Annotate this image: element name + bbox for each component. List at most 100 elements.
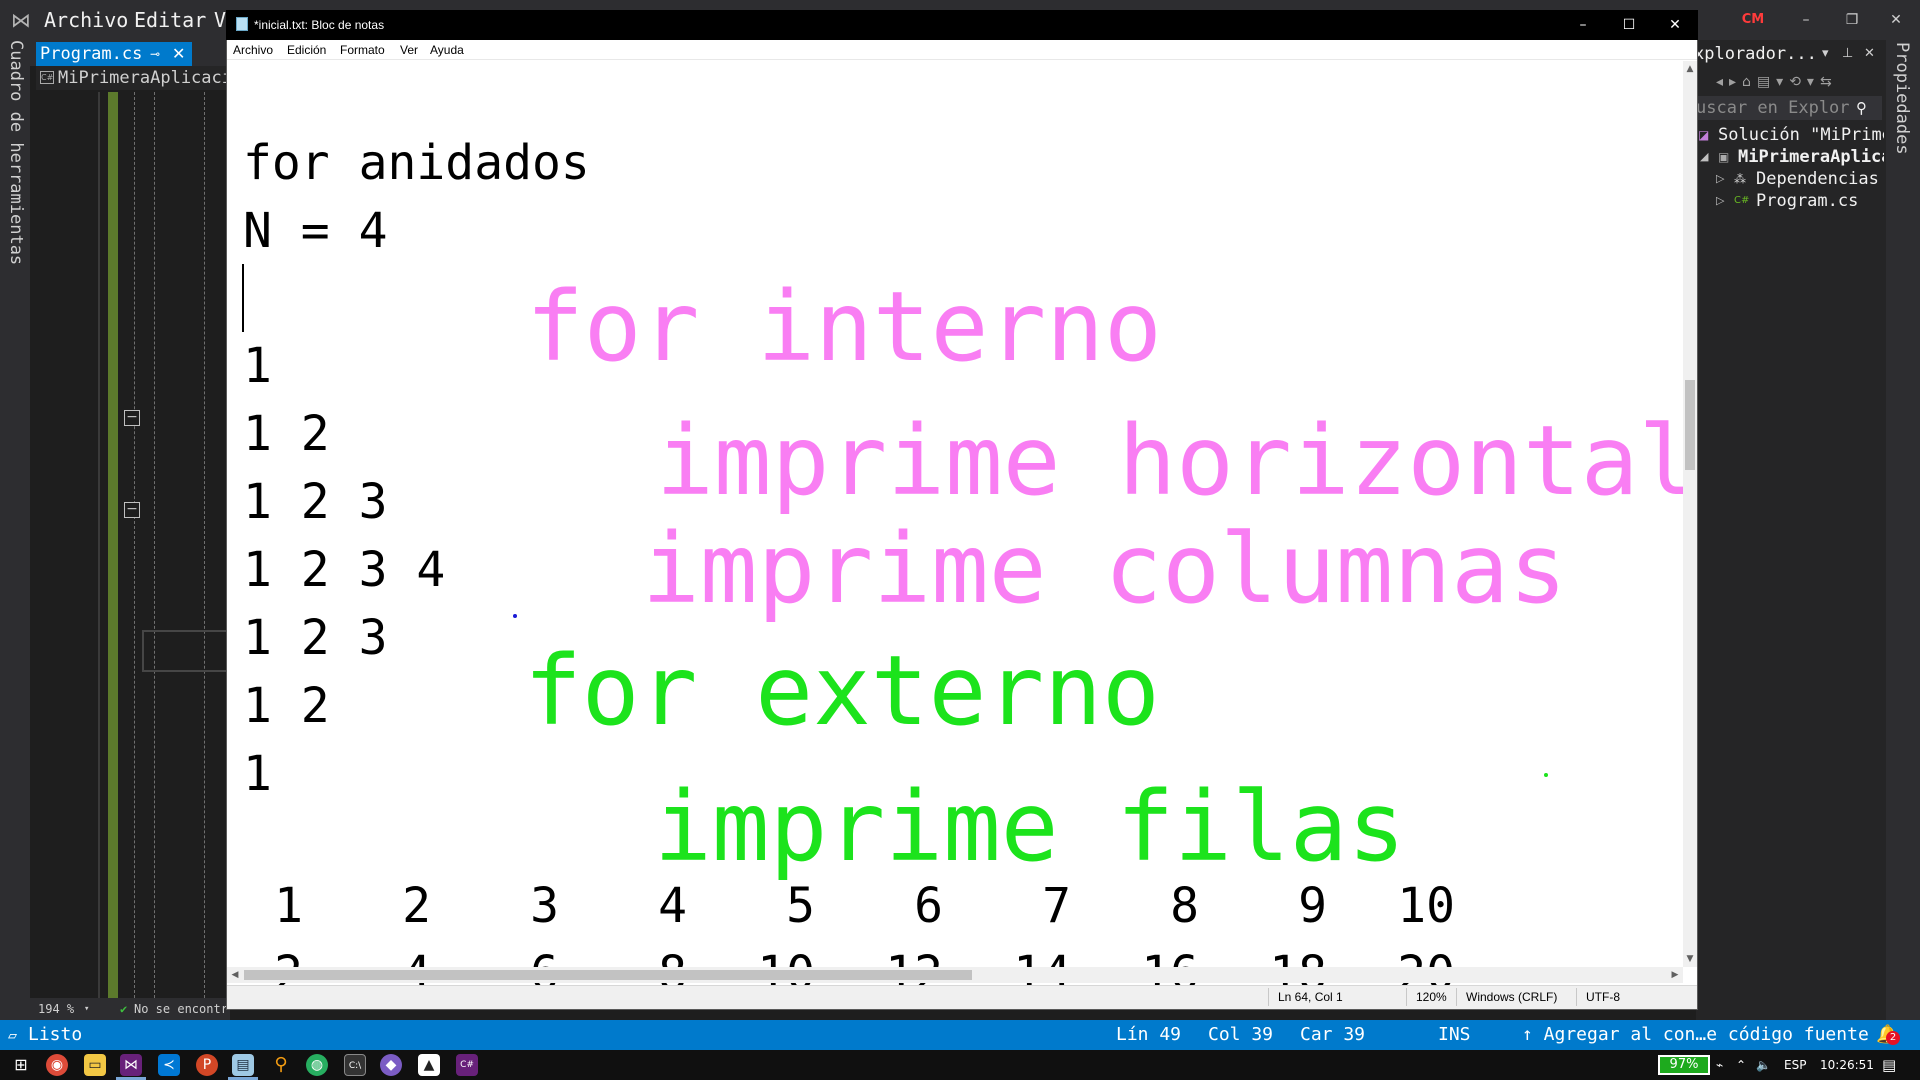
notepad-titlebar[interactable] <box>226 10 1698 40</box>
table-cell: 1 <box>274 878 303 934</box>
status-col[interactable]: Col 39 <box>1208 1020 1273 1050</box>
csharp-project-icon: C# <box>40 71 54 84</box>
chevron-down-icon[interactable]: ▾ <box>84 998 89 1020</box>
close-button[interactable]: ✕ <box>1652 10 1698 40</box>
vs-restore-button[interactable]: ❐ <box>1832 6 1872 34</box>
scroll-left-arrow-icon[interactable]: ◀ <box>227 967 243 983</box>
table-cell: 6 <box>914 878 943 934</box>
tree-item-program-cs[interactable]: Program.cs <box>1756 190 1858 212</box>
expanded-arrow-icon[interactable]: ◢ <box>1700 146 1708 168</box>
text-line: 1 2 3 <box>243 474 388 530</box>
visual-studio-logo-icon: ⋈ <box>11 8 31 32</box>
photos-icon[interactable]: ▲ <box>418 1054 440 1076</box>
network-icon[interactable]: ⌁ <box>1716 1050 1723 1080</box>
status-separator <box>1456 988 1457 1006</box>
scroll-right-arrow-icon[interactable]: ▶ <box>1667 967 1683 983</box>
media-icon[interactable]: ◆ <box>380 1054 402 1076</box>
change-tracking-margin <box>108 92 118 998</box>
properties-tab[interactable]: Propiedades <box>1892 42 1912 155</box>
vs-close-button[interactable]: ✕ <box>1876 6 1916 34</box>
indent-guide <box>154 92 155 998</box>
status-car[interactable]: Car 39 <box>1300 1020 1365 1050</box>
csharp-icon[interactable]: C# <box>456 1054 478 1076</box>
menu-formato[interactable]: Formato <box>340 40 385 60</box>
chrome-icon[interactable]: ◉ <box>46 1054 68 1076</box>
clock[interactable]: 10:26:51 <box>1820 1050 1874 1080</box>
status-separator <box>1576 988 1577 1006</box>
tree-item-project[interactable]: MiPrimeraAplica <box>1738 146 1884 168</box>
vs-code-editor[interactable] <box>30 90 230 1000</box>
text-line: 1 2 <box>243 406 330 462</box>
browser-icon[interactable]: ◍ <box>306 1054 328 1076</box>
table-cell: 10 <box>1397 878 1455 934</box>
file-explorer-icon[interactable]: ▭ <box>84 1054 106 1076</box>
vs-menu-editar[interactable]: Editar <box>134 8 206 32</box>
ready-icon: ▱ <box>8 1026 18 1044</box>
status-ins[interactable]: INS <box>1438 1020 1471 1050</box>
search-tool-icon[interactable]: ⚲ <box>270 1054 292 1076</box>
panel-close-icon[interactable]: ✕ <box>1864 44 1875 64</box>
annotation-for-interno: for interno <box>526 271 1162 383</box>
menu-ayuda[interactable]: Ayuda <box>430 40 464 60</box>
maximize-button[interactable]: ☐ <box>1606 10 1652 40</box>
vertical-scrollbar[interactable] <box>1683 61 1697 967</box>
menu-archivo[interactable]: Archivo <box>233 40 273 60</box>
search-icon[interactable]: ⚲ <box>1856 96 1867 120</box>
horizontal-scroll-thumb[interactable] <box>244 970 972 980</box>
table-cell: 5 <box>786 878 815 934</box>
explorer-toolbar[interactable]: ◂▸⌂▤▾⟲▾⇆ <box>1696 70 1886 94</box>
battery-indicator[interactable]: 97% <box>1658 1055 1710 1075</box>
start-icon[interactable]: ⊞ <box>10 1054 32 1076</box>
menu-edicion[interactable]: Edición <box>287 40 326 60</box>
vscode-icon[interactable]: ≺ <box>158 1054 180 1076</box>
text-line: for anidados <box>243 135 590 191</box>
stray-dot <box>513 614 517 618</box>
vertical-scroll-thumb[interactable] <box>1685 380 1695 470</box>
collapsed-arrow-icon[interactable]: ▷ <box>1716 168 1724 190</box>
collapse-icon[interactable]: − <box>124 502 140 518</box>
add-to-source-control-button[interactable]: ↑ Agregar al con…e código fuente ▴ <box>1522 1020 1890 1050</box>
vs-menu-ver[interactable]: V <box>214 8 226 32</box>
tree-item-solution[interactable]: Solución "MiPrime <box>1718 124 1884 146</box>
pin-icon[interactable]: ⊥ <box>1842 44 1853 64</box>
avatar[interactable]: CM <box>1738 6 1768 34</box>
line-ending: Windows (CRLF) <box>1466 990 1558 1004</box>
table-cell: 2 <box>402 878 431 934</box>
pin-icon[interactable]: ⊸ <box>150 42 160 66</box>
collapsed-arrow-icon[interactable]: ▷ <box>1716 190 1724 212</box>
encoding: UTF-8 <box>1586 990 1620 1004</box>
text-line: 1 2 <box>243 678 330 734</box>
text-line: 1 2 3 4 <box>243 542 446 598</box>
language-indicator[interactable]: ESP <box>1784 1050 1806 1080</box>
collapse-icon[interactable]: − <box>124 410 140 426</box>
text-line: 1 <box>243 746 272 802</box>
zoom-level[interactable]: 194 % <box>38 998 74 1020</box>
status-line[interactable]: Lín 49 <box>1116 1020 1181 1050</box>
minimize-button[interactable]: – <box>1560 10 1606 40</box>
issues-text[interactable]: No se encontr <box>134 998 228 1020</box>
chevron-up-icon[interactable]: ⌃ <box>1736 1050 1746 1080</box>
tree-item-dependencies[interactable]: Dependencias <box>1756 168 1879 190</box>
scroll-down-arrow-icon[interactable]: ▼ <box>1683 951 1697 967</box>
panel-options-icon[interactable]: ▾ <box>1822 44 1829 64</box>
stray-dot <box>1544 773 1548 777</box>
toolbox-tab[interactable]: Cuadro de herramientas <box>6 40 26 265</box>
vs-menu-archivo[interactable]: Archivo <box>44 8 128 32</box>
tab-close-icon[interactable]: ✕ <box>172 42 185 66</box>
text-line: N = 4 <box>243 203 388 259</box>
annotation-imprime-horizontal: imprime horizontal <box>656 405 1697 517</box>
menu-ver[interactable]: Ver <box>400 40 418 60</box>
window-title: *inicial.txt: Bloc de notas <box>254 18 385 32</box>
notepad-icon <box>236 17 248 31</box>
tab-program-cs[interactable]: Program.cs <box>36 42 192 66</box>
action-center-icon[interactable]: ▤ <box>1882 1050 1896 1080</box>
scroll-up-arrow-icon[interactable]: ▲ <box>1683 61 1697 77</box>
powerpoint-icon[interactable]: P <box>196 1054 218 1076</box>
terminal-icon[interactable]: C:\ <box>344 1054 366 1076</box>
vs-minimize-button[interactable]: – <box>1786 6 1826 34</box>
volume-icon[interactable]: 🔈 <box>1756 1050 1771 1080</box>
project-nav-dropdown[interactable]: MiPrimeraAplicaci <box>36 66 230 90</box>
notepad-icon[interactable]: ▤ <box>232 1054 254 1076</box>
visual-studio-icon[interactable]: ⋈ <box>120 1054 142 1076</box>
explorer-search-input[interactable]: uscar en Explor <box>1696 96 1882 120</box>
